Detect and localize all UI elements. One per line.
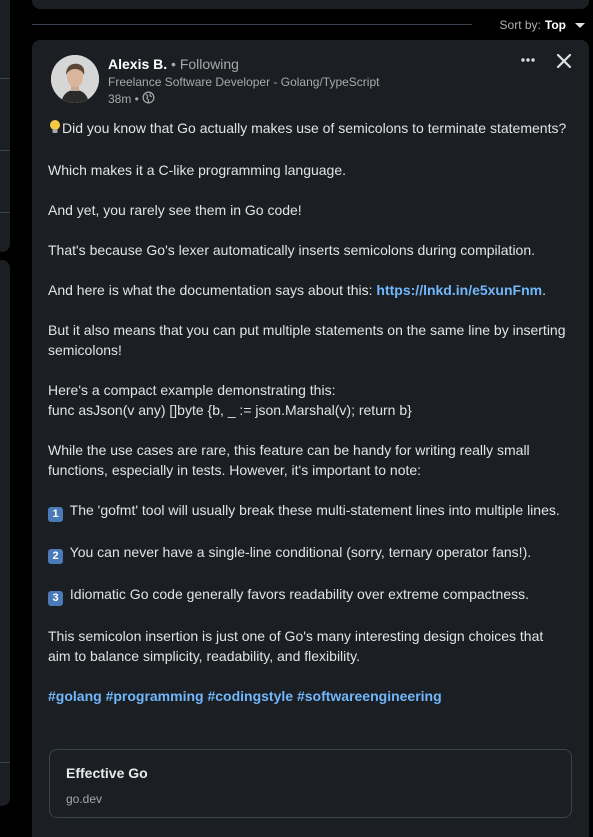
documentation-link[interactable]: https://lnkd.in/e5xunFnm	[376, 282, 542, 298]
paragraph: That's because Go's lexer automatically …	[48, 242, 536, 258]
more-options-icon[interactable]	[518, 52, 538, 68]
sort-label: Sort by:	[499, 18, 541, 32]
list-item: 3 Idiomatic Go code generally favors rea…	[48, 584, 568, 606]
hashtags: #golang #programming #codingstyle #softw…	[48, 686, 568, 706]
list-item-text: Idiomatic Go code generally favors reada…	[69, 586, 529, 602]
paragraph: While the use cases are rare, this featu…	[48, 442, 530, 478]
divider	[0, 212, 10, 213]
author-row: Alexis B. • Following	[108, 56, 239, 72]
list-item-text: The 'gofmt' tool will usually break thes…	[69, 502, 560, 518]
post-body: Did you know that Go actually makes use …	[48, 118, 568, 726]
link-preview-domain: go.dev	[66, 792, 103, 806]
paragraph-text: .	[542, 282, 546, 298]
sort-value: Top	[544, 18, 566, 32]
paragraph: And yet, you rarely see them in Go code!	[48, 202, 302, 218]
link-preview-title: Effective Go	[66, 765, 148, 781]
paragraph: Which makes it a C-like programming lang…	[48, 162, 347, 178]
keycap-3-icon: 3	[48, 591, 63, 606]
link-preview-card[interactable]: Effective Go go.dev	[49, 749, 572, 818]
sort-divider	[32, 24, 472, 25]
feed-post: Alexis B. • Following Freelance Software…	[32, 40, 589, 837]
lightbulb-icon	[48, 119, 62, 140]
post-meta: 38m •	[108, 91, 155, 107]
list-item: 2 You can never have a single-line condi…	[48, 542, 568, 564]
caret-down-icon	[575, 23, 585, 28]
author-name[interactable]: Alexis B.	[108, 56, 167, 72]
paragraph: Here's a compact example demonstrating t…	[48, 380, 568, 420]
code-line: func asJson(v any) []byte {b, _ := json.…	[48, 402, 412, 418]
divider	[0, 762, 10, 763]
left-sidebar-card-top	[0, 0, 10, 252]
paragraph: And here is what the documentation says …	[48, 280, 568, 300]
keycap-2-icon: 2	[48, 549, 63, 564]
left-sidebar-card-bottom	[0, 260, 10, 806]
divider	[0, 78, 10, 79]
hashtag-link[interactable]: #softwareengineering	[297, 688, 442, 704]
paragraph: Did you know that Go actually makes use …	[48, 118, 568, 140]
sort-dropdown[interactable]: Sort by: Top	[500, 17, 585, 33]
paragraph-text: And here is what the documentation says …	[48, 282, 377, 298]
keycap-1-icon: 1	[48, 507, 63, 522]
post-time: 38m •	[108, 92, 139, 106]
author-headline: Freelance Software Developer - Golang/Ty…	[108, 75, 380, 89]
previous-post-card	[32, 0, 589, 9]
paragraph-text: Did you know that Go actually makes use …	[62, 120, 567, 136]
paragraph: But it also means that you can put multi…	[48, 322, 566, 358]
divider	[0, 150, 10, 151]
paragraph: This semicolon insertion is just one of …	[48, 628, 544, 664]
globe-icon	[142, 91, 155, 107]
paragraph-text: Here's a compact example demonstrating t…	[48, 382, 336, 398]
follow-status: • Following	[171, 56, 239, 72]
hashtag-link[interactable]: #golang	[48, 688, 102, 704]
hashtag-link[interactable]: #codingstyle	[207, 688, 293, 704]
hashtag-link[interactable]: #programming	[106, 688, 204, 704]
close-icon[interactable]	[555, 52, 573, 70]
list-item: 1 The 'gofmt' tool will usually break th…	[48, 500, 568, 522]
avatar[interactable]	[51, 55, 99, 103]
list-item-text: You can never have a single-line conditi…	[69, 544, 532, 560]
